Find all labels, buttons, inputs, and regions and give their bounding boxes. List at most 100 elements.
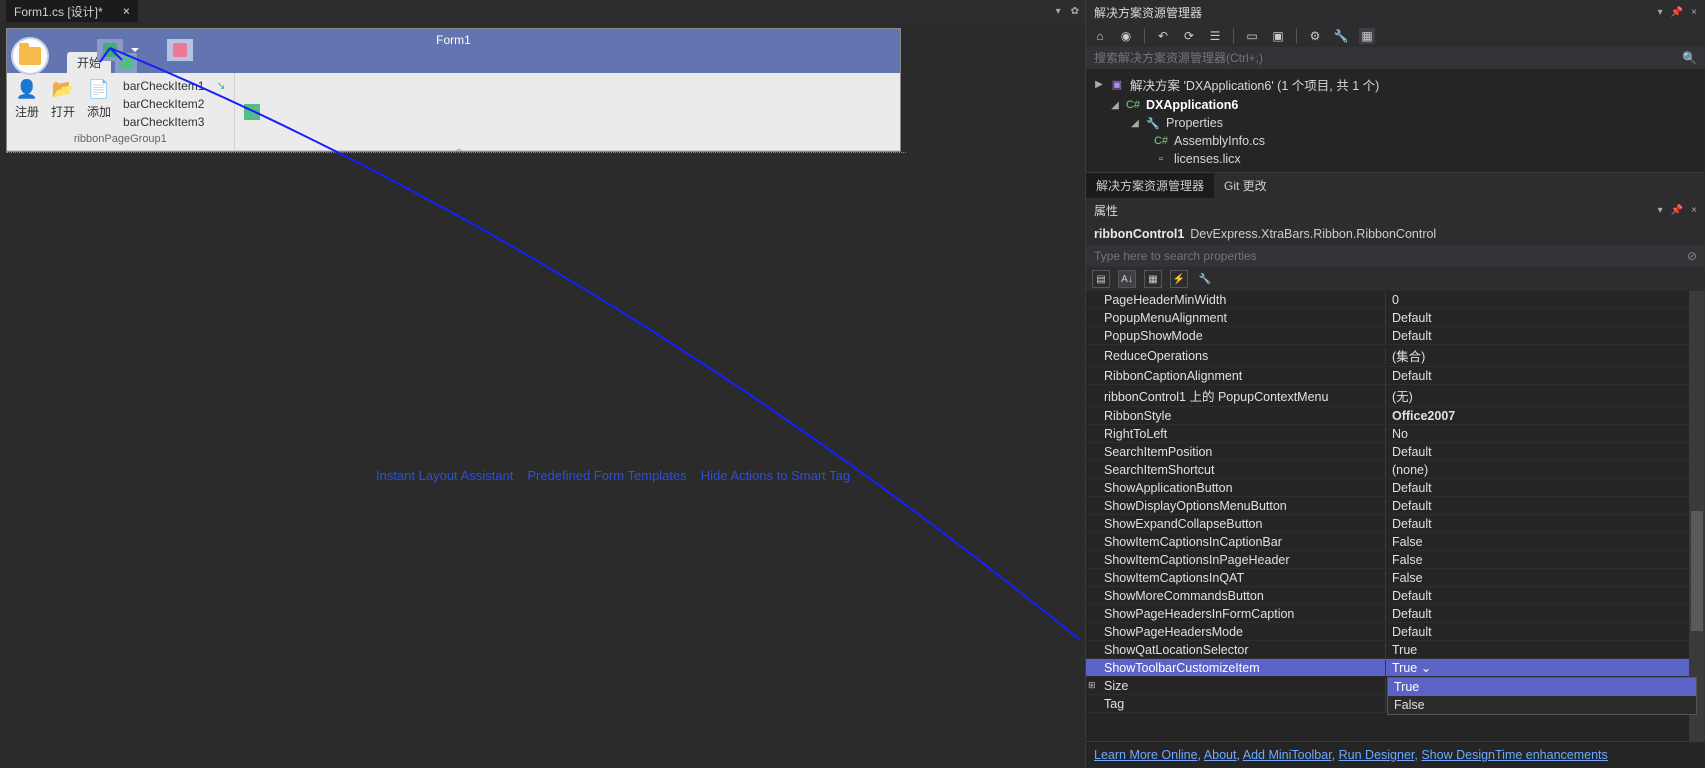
property-row[interactable]: ShowItemCaptionsInQATFalse xyxy=(1086,569,1705,587)
property-search[interactable]: ⊘ xyxy=(1086,245,1705,267)
document-tab[interactable]: Form1.cs [设计]* × xyxy=(6,0,138,23)
refresh-icon[interactable]: ⟳ xyxy=(1181,28,1197,44)
dropdown-option[interactable]: False xyxy=(1388,696,1696,714)
search-icon[interactable]: 🔍 xyxy=(1682,51,1697,65)
ribbon-page-group[interactable]: 👤 注册 📂 打开 📄 添加 xyxy=(7,73,235,150)
property-value[interactable]: (无) xyxy=(1386,385,1705,406)
application-button[interactable] xyxy=(11,37,49,75)
history-back-icon[interactable]: ↶ xyxy=(1155,28,1171,44)
property-object-selector[interactable]: ribbonControl1 DevExpress.XtraBars.Ribbo… xyxy=(1086,223,1705,245)
property-row[interactable]: ShowItemCaptionsInPageHeaderFalse xyxy=(1086,551,1705,569)
property-search-input[interactable] xyxy=(1094,249,1687,263)
gear-icon[interactable]: ✿ xyxy=(1071,6,1079,17)
property-row[interactable]: ShowItemCaptionsInCaptionBarFalse xyxy=(1086,533,1705,551)
sync-icon[interactable]: ◉ xyxy=(1118,28,1134,44)
property-row[interactable]: PopupShowModeDefault xyxy=(1086,327,1705,345)
clear-icon[interactable]: ⊘ xyxy=(1687,249,1697,263)
project-node[interactable]: ◢ C# DXApplication6 xyxy=(1086,96,1705,114)
properties-node[interactable]: ◢ 🔧 Properties xyxy=(1086,114,1705,132)
property-row[interactable]: SearchItemShortcut(none) xyxy=(1086,461,1705,479)
pin-icon[interactable]: 📌 xyxy=(1671,205,1683,216)
property-row[interactable]: RibbonStyleOffice2007 xyxy=(1086,407,1705,425)
collapse-icon[interactable]: ◢ xyxy=(1110,100,1120,111)
events-icon[interactable]: ⚡ xyxy=(1170,270,1188,288)
property-value[interactable]: Office2007 xyxy=(1386,408,1705,424)
property-pages-icon[interactable]: ▦ xyxy=(1144,270,1162,288)
chevron-down-icon[interactable]: ▾ xyxy=(1056,6,1061,17)
property-value[interactable]: Default xyxy=(1386,606,1705,622)
add-minitoolbar-link[interactable]: Add MiniToolbar xyxy=(1243,748,1332,762)
property-value[interactable]: No xyxy=(1386,426,1705,442)
ribbon-button-open[interactable]: 📂 打开 xyxy=(51,77,75,120)
run-designer-link[interactable]: Run Designer xyxy=(1339,748,1415,762)
show-designtime-link[interactable]: Show DesignTime enhancements xyxy=(1421,748,1607,762)
property-value[interactable]: False xyxy=(1386,570,1705,586)
ribbon-button-register[interactable]: 👤 注册 xyxy=(15,77,39,120)
property-value[interactable]: Default xyxy=(1386,516,1705,532)
dropdown-option[interactable]: True xyxy=(1388,678,1696,696)
close-icon[interactable]: × xyxy=(1691,205,1697,216)
property-value[interactable]: True xyxy=(1386,642,1705,658)
alphabetical-icon[interactable]: A↓ xyxy=(1118,270,1136,288)
close-icon[interactable]: × xyxy=(123,4,130,18)
bar-check-item[interactable]: barCheckItem1 xyxy=(123,79,204,93)
property-value[interactable]: Default xyxy=(1386,588,1705,604)
property-row[interactable]: RightToLeftNo xyxy=(1086,425,1705,443)
qat-dropdown[interactable] xyxy=(127,39,141,61)
collapse-icon[interactable]: ▣ xyxy=(1270,28,1286,44)
filter-icon[interactable]: ☰ xyxy=(1207,28,1223,44)
show-all-icon[interactable]: ▭ xyxy=(1244,28,1260,44)
group-dialog-launcher-icon[interactable]: ↘ xyxy=(216,79,225,92)
solution-search-input[interactable] xyxy=(1094,51,1682,65)
wrench-icon[interactable]: 🔧 xyxy=(1196,270,1214,288)
tab-git-changes[interactable]: Git 更改 xyxy=(1214,173,1277,198)
property-grid[interactable]: PageHeaderMinWidth0PopupMenuAlignmentDef… xyxy=(1086,291,1705,741)
property-row[interactable]: PopupMenuAlignmentDefault xyxy=(1086,309,1705,327)
home-icon[interactable]: ⌂ xyxy=(1092,28,1108,44)
property-row[interactable]: ShowDisplayOptionsMenuButtonDefault xyxy=(1086,497,1705,515)
property-value[interactable]: False xyxy=(1386,552,1705,568)
solution-search[interactable]: 🔍 xyxy=(1086,47,1705,69)
dropdown-icon[interactable]: ▾ xyxy=(1658,205,1663,216)
property-value[interactable]: Default xyxy=(1386,444,1705,460)
property-row[interactable]: ShowMoreCommandsButtonDefault xyxy=(1086,587,1705,605)
property-row[interactable]: PageHeaderMinWidth0 xyxy=(1086,291,1705,309)
property-row[interactable]: ShowPageHeadersInFormCaptionDefault xyxy=(1086,605,1705,623)
ribbon-button-add[interactable]: 📄 添加 xyxy=(87,77,111,120)
property-value[interactable]: 0 xyxy=(1386,292,1705,308)
add-ribbon-group-button[interactable] xyxy=(235,73,269,150)
bar-check-item[interactable]: barCheckItem3 xyxy=(123,115,204,129)
property-value[interactable]: (none) xyxy=(1386,462,1705,478)
file-node[interactable]: C# AssemblyInfo.cs xyxy=(1086,132,1705,150)
property-value[interactable]: Default xyxy=(1386,480,1705,496)
form-templates-link[interactable]: Predefined Form Templates xyxy=(527,468,686,483)
scrollbar-track[interactable] xyxy=(1689,291,1705,741)
property-row[interactable]: ShowApplicationButtonDefault xyxy=(1086,479,1705,497)
property-value[interactable]: Default xyxy=(1386,328,1705,344)
solution-root[interactable]: ▶ ▣ 解决方案 'DXApplication6' (1 个项目, 共 1 个) xyxy=(1086,73,1705,96)
hide-actions-link[interactable]: Hide Actions to Smart Tag xyxy=(701,468,850,483)
wrench-icon[interactable]: 🔧 xyxy=(1333,28,1349,44)
pin-icon[interactable]: 📌 xyxy=(1671,7,1683,18)
file-node[interactable]: ▫ licenses.licx xyxy=(1086,150,1705,168)
property-value[interactable]: True ⌄ xyxy=(1386,659,1705,676)
close-icon[interactable]: × xyxy=(1691,7,1697,18)
property-value[interactable]: (集合) xyxy=(1386,345,1705,366)
qat-add-item[interactable] xyxy=(167,39,193,61)
expand-icon[interactable]: ⊞ xyxy=(1088,680,1096,691)
property-value[interactable]: False xyxy=(1386,534,1705,550)
properties-icon[interactable]: ⚙ xyxy=(1307,28,1323,44)
dropdown-icon[interactable]: ▾ xyxy=(1658,7,1663,18)
about-link[interactable]: About xyxy=(1204,748,1237,762)
property-row[interactable]: SearchItemPositionDefault xyxy=(1086,443,1705,461)
resize-grip[interactable] xyxy=(6,152,906,156)
property-row[interactable]: ShowQatLocationSelectorTrue xyxy=(1086,641,1705,659)
property-value[interactable]: Default xyxy=(1386,368,1705,384)
property-value[interactable]: Default xyxy=(1386,310,1705,326)
learn-more-link[interactable]: Learn More Online xyxy=(1094,748,1198,762)
property-row[interactable]: ReduceOperations(集合) xyxy=(1086,345,1705,367)
property-row[interactable]: ShowExpandCollapseButtonDefault xyxy=(1086,515,1705,533)
categorized-icon[interactable]: ▤ xyxy=(1092,270,1110,288)
property-row[interactable]: ribbonControl1 上的 PopupContextMenu(无) xyxy=(1086,385,1705,407)
collapse-icon[interactable]: ◢ xyxy=(1130,118,1140,129)
